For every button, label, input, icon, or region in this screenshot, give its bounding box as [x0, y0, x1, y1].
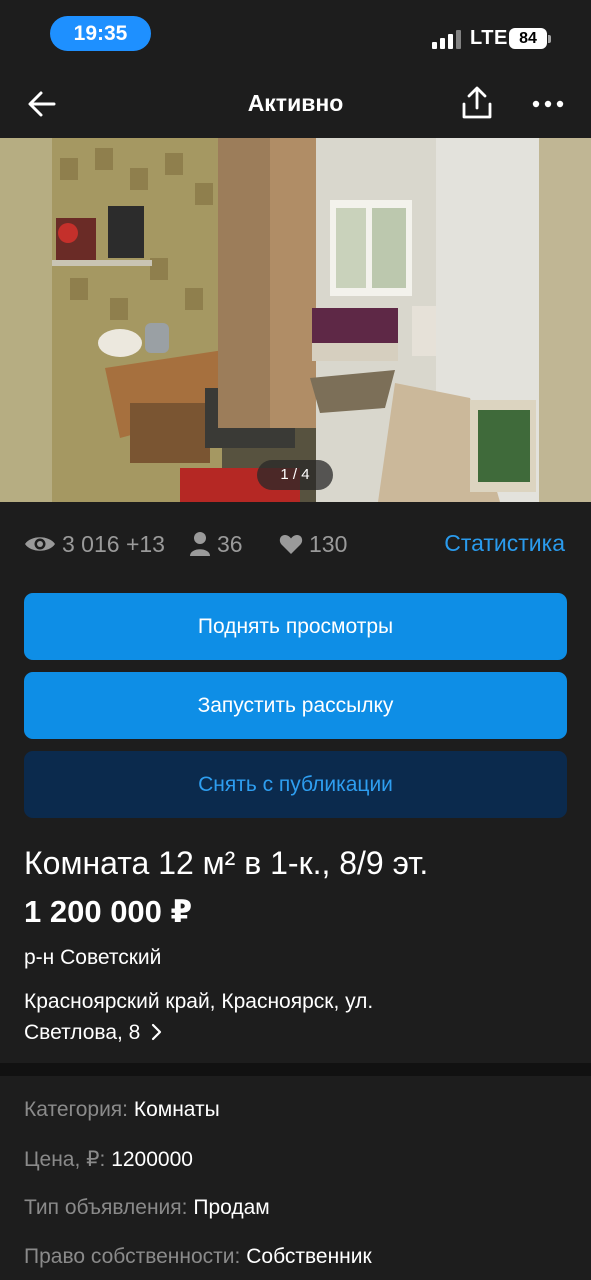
param-listing-type: Тип объявления: Продам: [24, 1196, 270, 1220]
param-ownership: Право собственности: Собственник: [24, 1245, 372, 1269]
page-title: Активно: [247, 90, 344, 116]
contacts-stat: 36: [189, 530, 243, 558]
status-bar: 19:35 LTE 84: [0, 0, 591, 70]
unpublish-button[interactable]: Снять с публикации: [24, 751, 567, 818]
contacts-count: 36: [217, 530, 243, 557]
param-key: Категория:: [24, 1098, 129, 1121]
param-price: Цена, ₽: 1200000: [24, 1147, 193, 1172]
stats-row: 3 016 +13 36 130 Статистика: [0, 502, 591, 584]
views-stat: 3 016 +13: [24, 530, 165, 558]
boost-views-button[interactable]: Поднять просмотры: [24, 593, 567, 660]
listing-title: Комната 12 м² в 1-к., 8/9 эт.: [24, 845, 429, 881]
battery-icon: 84: [509, 28, 547, 49]
eye-icon: [25, 537, 55, 551]
param-value: 1200000: [111, 1148, 193, 1171]
network-type: LTE: [470, 27, 508, 49]
param-category: Категория: Комнаты: [24, 1098, 220, 1122]
favorites-stat: 130: [279, 530, 347, 558]
start-mailing-button[interactable]: Запустить рассылку: [24, 672, 567, 739]
more-icon[interactable]: [531, 92, 565, 116]
param-key: Право собственности:: [24, 1245, 241, 1268]
chevron-right-icon: [152, 1023, 162, 1041]
listing-photo[interactable]: 1 / 4: [0, 138, 591, 502]
param-value: Продам: [193, 1196, 270, 1219]
address-line-1: Красноярский край, Красноярск, ул.: [24, 990, 374, 1013]
person-icon: [190, 532, 210, 556]
room-photo-image: [0, 138, 591, 502]
photo-counter: 1 / 4: [257, 460, 333, 490]
status-time: 19:35: [50, 16, 151, 51]
signal-icon: [432, 29, 462, 49]
listing-price: 1 200 000 ₽: [24, 894, 193, 929]
param-value: Собственник: [246, 1245, 372, 1268]
section-divider: [0, 1063, 591, 1076]
share-icon[interactable]: [461, 86, 493, 120]
battery-nub: [548, 35, 551, 43]
param-value: Комнаты: [133, 1098, 220, 1121]
favorites-count: 130: [309, 530, 348, 557]
nav-bar: Активно: [0, 70, 591, 138]
listing-district: р-н Советский: [24, 946, 162, 969]
views-count: 3 016 +13: [62, 530, 165, 557]
param-key: Тип объявления:: [24, 1196, 188, 1219]
param-key: Цена, ₽:: [24, 1148, 106, 1171]
listing-address[interactable]: Красноярский край, Красноярск, ул. Светл…: [24, 986, 544, 1048]
statistics-link[interactable]: Статистика: [444, 530, 565, 557]
heart-icon: [279, 535, 303, 554]
address-line-2: Светлова, 8: [24, 1021, 141, 1044]
